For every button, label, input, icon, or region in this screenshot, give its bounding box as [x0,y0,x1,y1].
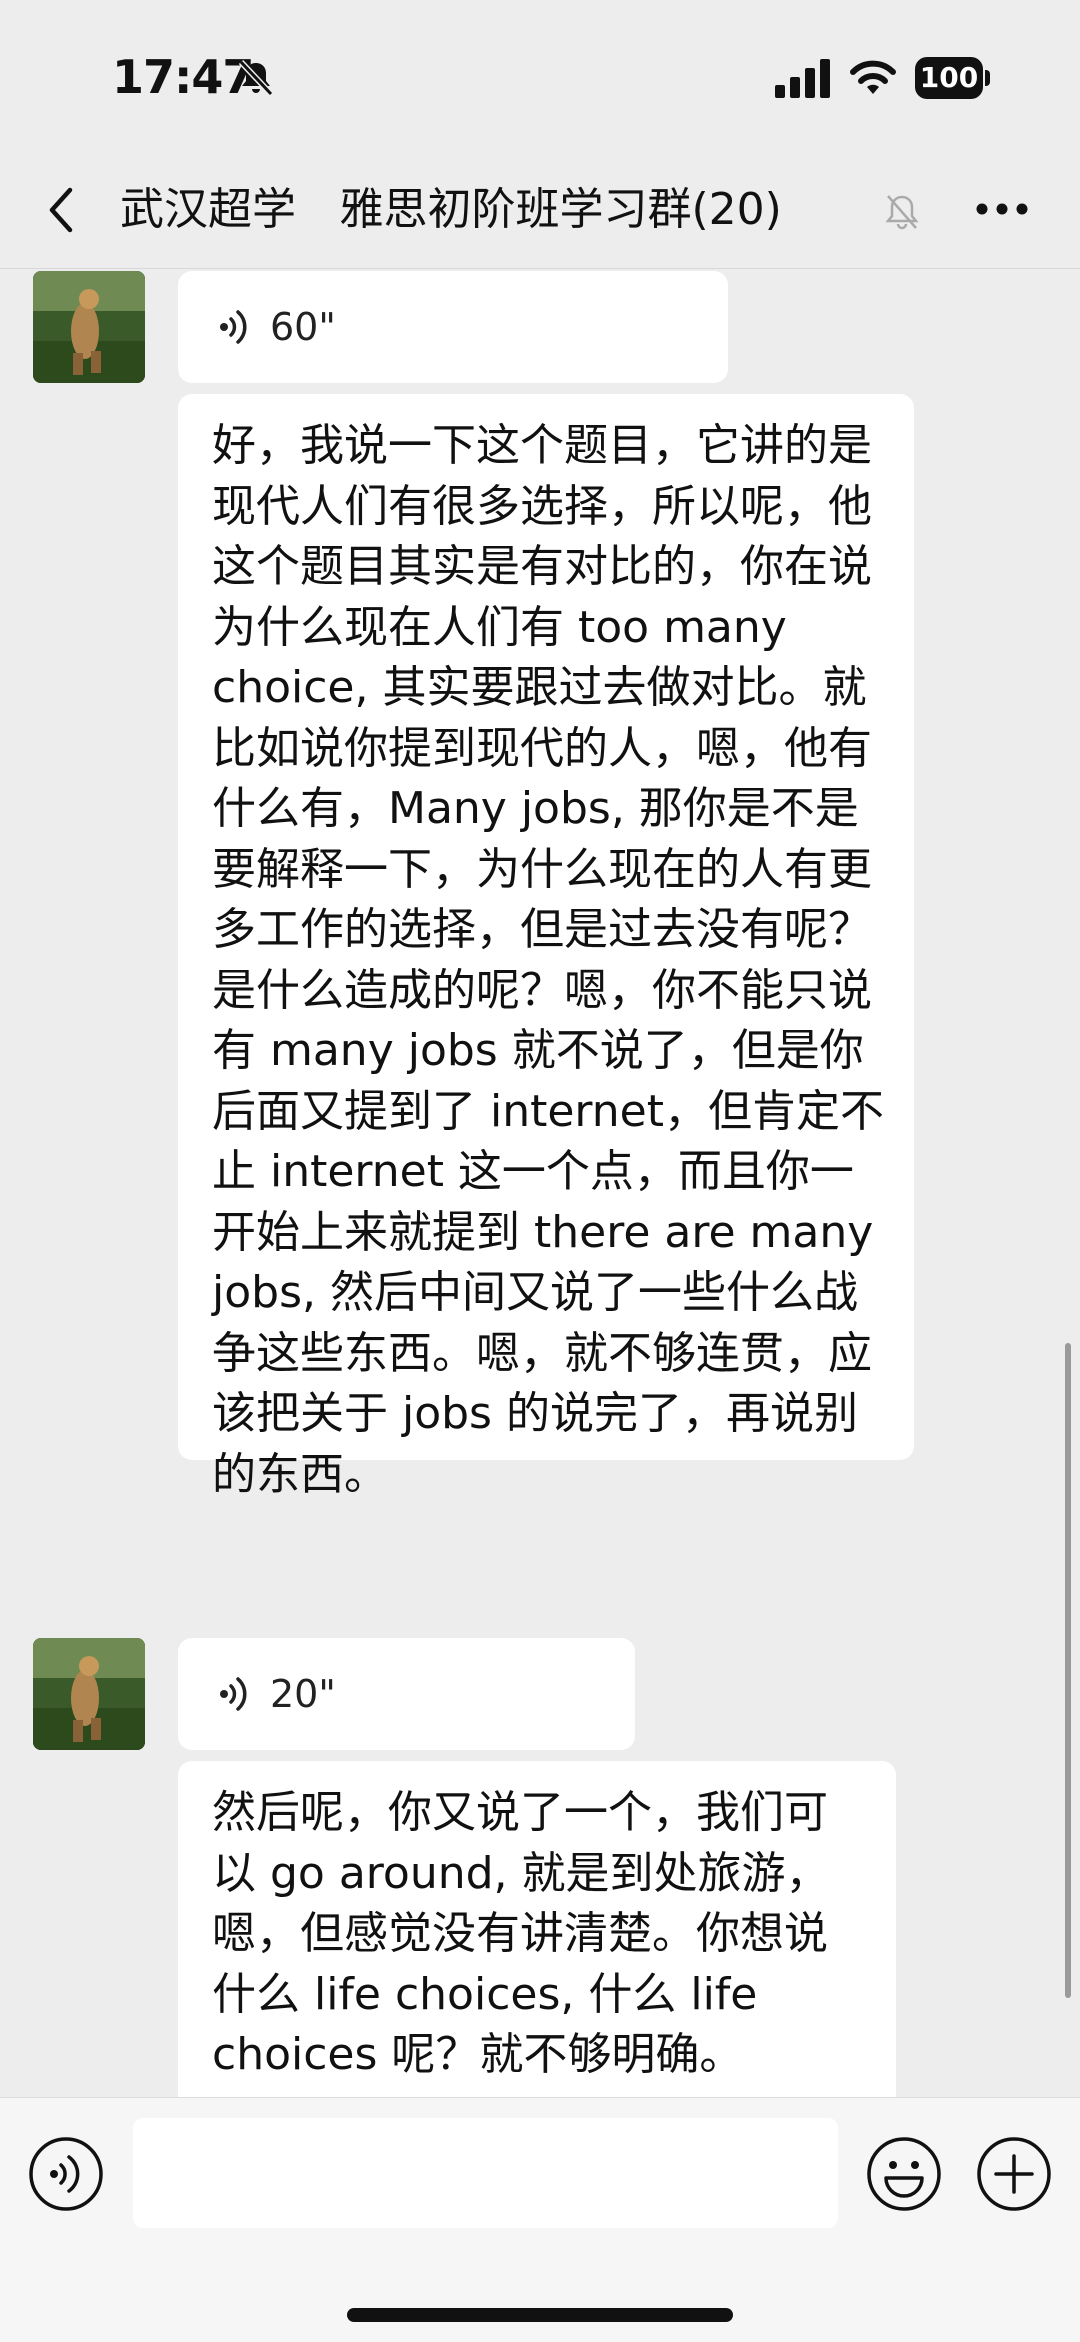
input-bar [0,2097,1080,2342]
voice-duration: 60" [270,305,336,349]
plus-icon[interactable] [976,2136,1052,2212]
scrollbar[interactable] [1065,1343,1071,1998]
bell-off-icon [238,59,274,97]
signal-icon [775,59,830,98]
emoji-icon[interactable] [866,2136,942,2212]
mute-bell-icon [885,195,919,230]
wifi-icon [850,60,896,94]
status-bar: 17:47 100 [0,0,1080,150]
sender-avatar[interactable] [33,1638,145,1750]
more-options-icon[interactable] [975,202,1029,216]
transcript-text: 然后呢，你又说了一个，我们可以 go around, 就是到处旅游，嗯，但感觉没… [212,1787,830,2080]
transcript-text: 好，我说一下这个题目，它讲的是现代人们有很多选择，所以呢，他这个题目其实是有对比… [212,420,884,1500]
chat-title[interactable]: 武汉超学 雅思初阶班学习群(20) [120,180,930,240]
status-time: 17:47 [112,50,254,104]
battery-tip [985,70,990,86]
voice-wave-icon [220,1677,247,1711]
home-indicator[interactable] [347,2308,733,2322]
battery-level: 100 [915,57,983,99]
message-list[interactable]: 60" 好，我说一下这个题目，它讲的是现代人们有很多选择，所以呢，他这个题目其实… [0,269,1080,2097]
voice-message[interactable]: 60" [178,271,728,383]
voice-input-icon[interactable] [28,2136,104,2212]
sender-avatar[interactable] [33,271,145,383]
voice-message[interactable]: 20" [178,1638,635,1750]
voice-duration: 20" [270,1672,336,1716]
transcript-bubble[interactable]: 然后呢，你又说了一个，我们可以 go around, 就是到处旅游，嗯，但感觉没… [178,1761,896,2097]
transcript-bubble[interactable]: 好，我说一下这个题目，它讲的是现代人们有很多选择，所以呢，他这个题目其实是有对比… [178,394,914,1500]
voice-wave-icon [220,310,247,344]
back-arrow-icon[interactable] [38,182,88,238]
chat-header: 武汉超学 雅思初阶班学习群(20) [0,150,1080,269]
message-input[interactable] [133,2118,838,2228]
battery-indicator: 100 [915,57,991,99]
